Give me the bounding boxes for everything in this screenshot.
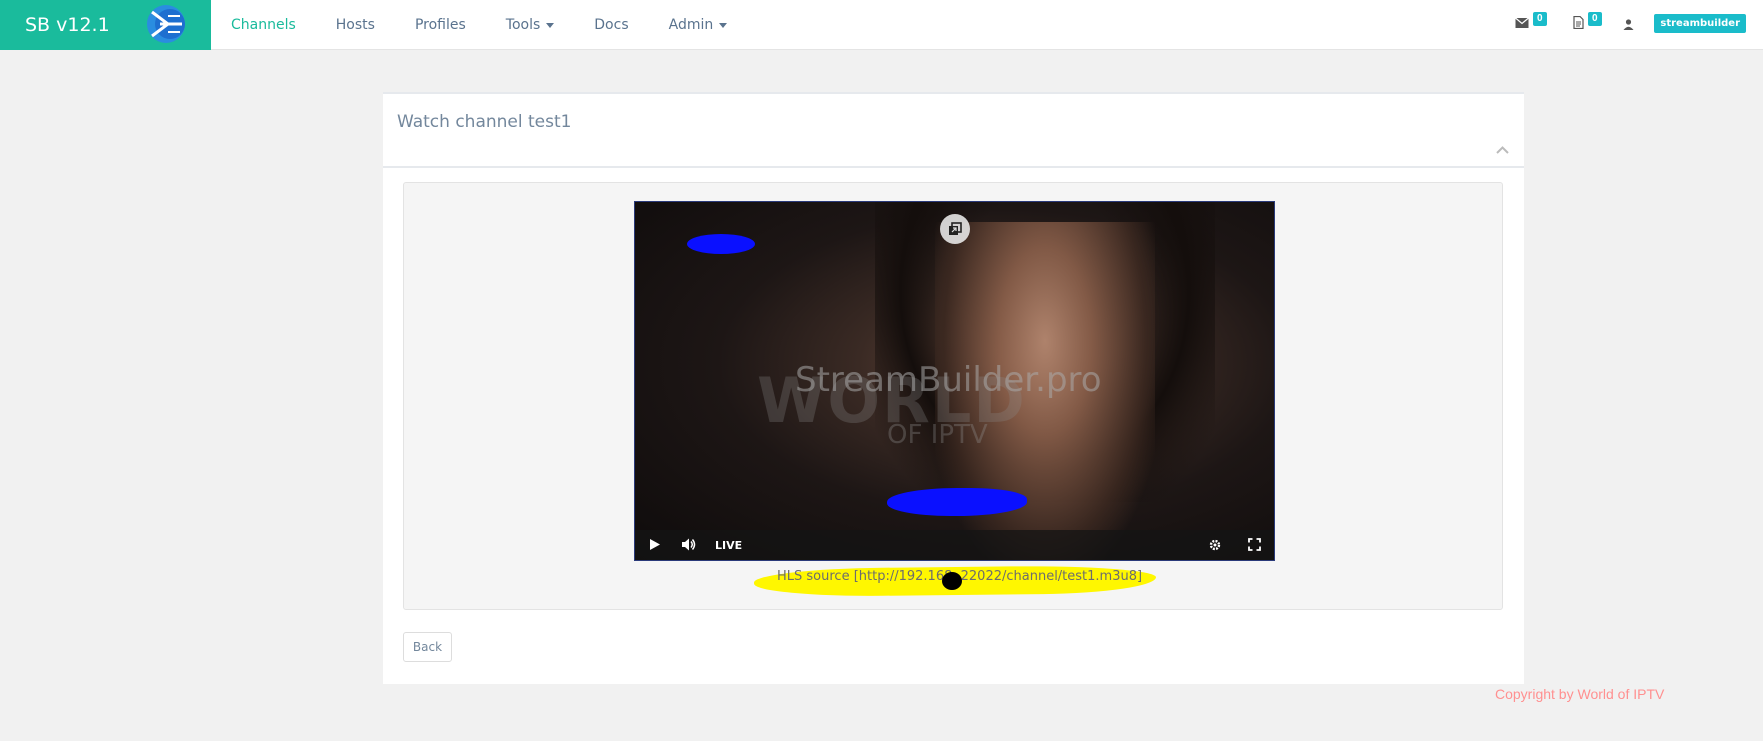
panel-divider [383,166,1524,168]
play-icon[interactable] [649,538,661,551]
messages-button[interactable]: 0 [1515,12,1547,34]
nav-profiles[interactable]: Profiles [395,0,486,50]
page-title: Watch channel test1 [397,112,572,132]
settings-gear-icon[interactable] [1209,539,1221,551]
brand-title: SB v12.1 [25,14,110,36]
caret-down-icon [719,22,728,28]
fullscreen-icon[interactable] [1248,538,1261,551]
nav-admin[interactable]: Admin [649,0,748,50]
top-navbar: SB v12.1 Channels Hosts Profiles Tools D… [0,0,1763,50]
notifications-badge: 0 [1588,12,1602,26]
video-player[interactable]: WORLD OF IPTV StreamBuilder.pro LIVE [634,201,1275,561]
document-icon [1573,15,1584,30]
back-button[interactable]: Back [403,632,452,662]
nav-channels[interactable]: Channels [211,0,316,50]
username-button[interactable]: streambuilder [1654,14,1746,33]
watermark-streambuilder: StreamBuilder.pro [795,360,1102,400]
player-container: WORLD OF IPTV StreamBuilder.pro LIVE HLS… [403,182,1503,610]
brand-block[interactable]: SB v12.1 [0,0,211,50]
redaction-dot [942,572,962,590]
watch-channel-panel: Watch channel test1 WORLD OF IPTV Stream… [383,92,1524,684]
nav-hosts[interactable]: Hosts [316,0,395,50]
redaction-scribble [687,234,755,254]
user-icon-wrapper[interactable] [1623,17,1634,35]
player-control-bar: LIVE [635,530,1274,560]
caret-down-icon [546,22,555,28]
nav-docs[interactable]: Docs [574,0,648,50]
envelope-icon [1515,17,1529,28]
notifications-button[interactable]: 0 [1573,12,1602,34]
nav-tools[interactable]: Tools [486,0,575,50]
user-icon [1623,19,1634,30]
watermark-of-iptv: OF IPTV [887,420,988,450]
streambuilder-logo-icon [147,5,185,43]
pip-icon [949,222,962,235]
copyright-text: Copyright by World of IPTV [1495,686,1665,702]
chevron-up-icon[interactable] [1496,146,1509,154]
volume-icon[interactable] [681,537,697,552]
header-right: 0 0 streambuilder [1513,0,1763,50]
picture-in-picture-button[interactable] [940,214,970,244]
redaction-scribble [887,488,1027,516]
main-nav: Channels Hosts Profiles Tools Docs Admin [211,0,747,50]
live-indicator: LIVE [715,539,743,552]
messages-badge: 0 [1533,12,1547,26]
